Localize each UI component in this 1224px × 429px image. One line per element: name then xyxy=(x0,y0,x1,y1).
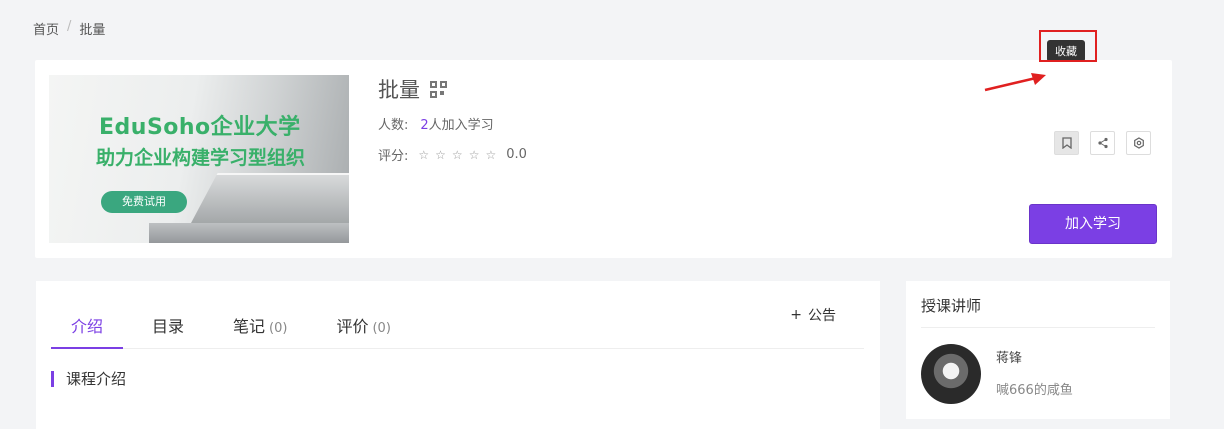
join-course-button[interactable]: 加入学习 xyxy=(1029,204,1157,244)
tab-label: 笔记 xyxy=(233,317,266,336)
gear-icon xyxy=(1133,137,1144,149)
favorite-button[interactable] xyxy=(1054,131,1079,155)
share-button[interactable] xyxy=(1090,131,1115,155)
star-icon: ☆ xyxy=(435,147,446,162)
highlight-box xyxy=(1039,30,1097,62)
announcement-link[interactable]: + 公告 xyxy=(790,305,836,325)
star-icon: ☆ xyxy=(485,147,497,162)
rating-label: 评分: xyxy=(378,149,409,164)
course-tabs: 介绍 目录 笔记 (0) 评价 (0) + 公告 xyxy=(51,281,864,349)
breadcrumb-current: 批量 xyxy=(79,23,106,38)
star-icon: ☆ xyxy=(451,147,463,162)
tab-reviews[interactable]: 评价 (0) xyxy=(316,281,410,348)
members-row: 人数: 2人加入学习 xyxy=(378,114,527,133)
announcement-label: 公告 xyxy=(808,308,836,324)
teacher-name[interactable]: 蒋锋 xyxy=(996,347,1022,366)
course-info: 批量 人数: 2人加入学习 评分: ☆ ☆ ☆ ☆ ☆ 0.0 xyxy=(378,74,527,164)
annotation-arrow xyxy=(984,73,1046,92)
tab-intro[interactable]: 介绍 xyxy=(51,281,124,349)
teacher-card-title: 授课讲师 xyxy=(921,297,982,315)
course-content-card: 介绍 目录 笔记 (0) 评价 (0) + 公告 课程介绍 xyxy=(36,281,880,429)
breadcrumb-separator: / xyxy=(67,19,72,34)
members-value: 2人加入学习 xyxy=(420,114,493,133)
section-title: 课程介绍 xyxy=(51,371,126,387)
tab-count: (0) xyxy=(372,321,391,336)
qrcode-icon[interactable] xyxy=(430,80,447,98)
course-title: 批量 xyxy=(378,78,420,102)
settings-button[interactable] xyxy=(1126,131,1151,155)
divider xyxy=(921,327,1155,328)
members-suffix: 人加入学习 xyxy=(428,118,494,133)
cover-trial-badge: 免费试用 xyxy=(101,191,187,213)
members-count: 2 xyxy=(420,118,429,133)
avatar[interactable] xyxy=(921,344,981,404)
breadcrumb-home[interactable]: 首页 xyxy=(33,19,59,38)
tab-label: 评价 xyxy=(336,317,369,336)
cover-subline: 助力企业构建学习型组织 xyxy=(96,147,306,169)
tab-label: 介绍 xyxy=(71,317,104,336)
teacher-card: 授课讲师 蒋锋 喊666的咸鱼 xyxy=(906,281,1170,419)
tab-label: 目录 xyxy=(152,317,185,336)
teacher-description: 喊666的咸鱼 xyxy=(996,383,1073,398)
rating-stars: ☆ ☆ ☆ ☆ ☆ xyxy=(418,148,496,162)
bookmark-icon xyxy=(1061,137,1072,149)
star-icon: ☆ xyxy=(468,147,480,162)
breadcrumb: 首页 / 批量 xyxy=(33,19,105,38)
tab-count: (0) xyxy=(269,321,288,336)
share-icon xyxy=(1097,137,1108,149)
star-icon: ☆ xyxy=(418,147,430,162)
members-label: 人数: xyxy=(378,118,409,133)
laptop-base-graphic xyxy=(149,223,349,243)
course-cover-image[interactable]: EduSoho企业大学 助力企业构建学习型组织 免费试用 xyxy=(49,75,349,243)
rating-value: 0.0 xyxy=(506,147,527,162)
plus-icon: + xyxy=(790,307,802,323)
rating-row: 评分: ☆ ☆ ☆ ☆ ☆ 0.0 xyxy=(378,145,527,164)
tab-catalog[interactable]: 目录 xyxy=(132,281,204,348)
tab-notes[interactable]: 笔记 (0) xyxy=(213,281,307,348)
cover-headline: EduSoho企业大学 xyxy=(99,115,301,140)
course-title-row: 批量 xyxy=(378,74,527,104)
